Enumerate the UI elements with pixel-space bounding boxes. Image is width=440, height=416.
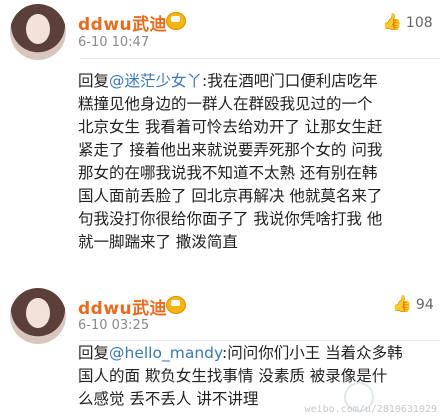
thumbs-up-icon: 👍 xyxy=(392,294,412,313)
like-button[interactable]: 👍 108 xyxy=(382,12,433,31)
like-count: 94 xyxy=(415,297,434,313)
vip-crown-icon xyxy=(166,12,186,30)
vip-crown-icon xyxy=(166,296,186,314)
text-line: 国人的面 欺负女生找事情 没素质 被录像是什 xyxy=(78,367,388,385)
text-line: 紧走了 接着他出来就说要弄死那个女的 问我 xyxy=(78,141,383,159)
avatar[interactable] xyxy=(10,288,66,344)
text-line: 回复@迷茫少女丫:我在酒吧门口便利店吃年 xyxy=(78,72,378,90)
text-line: 就一脚踹来了 撒泼简直 xyxy=(78,233,238,251)
watermark: weibo.com/u/2810631029 xyxy=(304,404,437,415)
text-line: 北京女生 我看着可怜去给劝开了 让那女生赶 xyxy=(78,118,383,136)
timestamp: 6-10 10:47 xyxy=(78,35,150,50)
text-line: 国人面前丢脸了 回北京再解决 他就莫名来了 xyxy=(78,187,383,205)
thumbs-up-icon: 👍 xyxy=(382,12,402,31)
timestamp: 6-10 03:25 xyxy=(78,318,150,333)
comment-1: ddwu武迪 6-10 10:47 👍 108 回复@迷茫少女丫:我在酒吧门口便利… xyxy=(0,0,440,290)
divider xyxy=(80,340,440,341)
mention-link[interactable]: @hello_mandy xyxy=(109,344,222,362)
like-button[interactable]: 👍 94 xyxy=(392,294,434,313)
like-count: 108 xyxy=(405,15,433,31)
avatar[interactable] xyxy=(10,4,66,60)
username[interactable]: ddwu武迪 xyxy=(78,294,167,319)
text-line: 那女的在哪我说我不知道不太熟 还有别在韩 xyxy=(78,164,378,182)
text-line: 糕撞见他身边的一群人在群殴我见过的一个 xyxy=(78,95,373,113)
divider xyxy=(80,58,440,59)
mention-link[interactable]: @迷茫少女丫 xyxy=(109,72,202,90)
text-line: 回复@hello_mandy:问问你们小王 当着众多韩 xyxy=(78,344,403,362)
comment-text: 回复@hello_mandy:问问你们小王 当着众多韩 国人的面 欺负女生找事情… xyxy=(78,342,428,411)
comment-2: ddwu武迪 6-10 03:25 👍 94 回复@hello_mandy:问问你… xyxy=(0,284,440,416)
comment-text: 回复@迷茫少女丫:我在酒吧门口便利店吃年 糕撞见他身边的一群人在群殴我见过的一个… xyxy=(78,70,428,254)
username[interactable]: ddwu武迪 xyxy=(78,10,167,35)
text-line: 句我没打你很给你面子了 我说你凭啥打我 他 xyxy=(78,210,383,228)
